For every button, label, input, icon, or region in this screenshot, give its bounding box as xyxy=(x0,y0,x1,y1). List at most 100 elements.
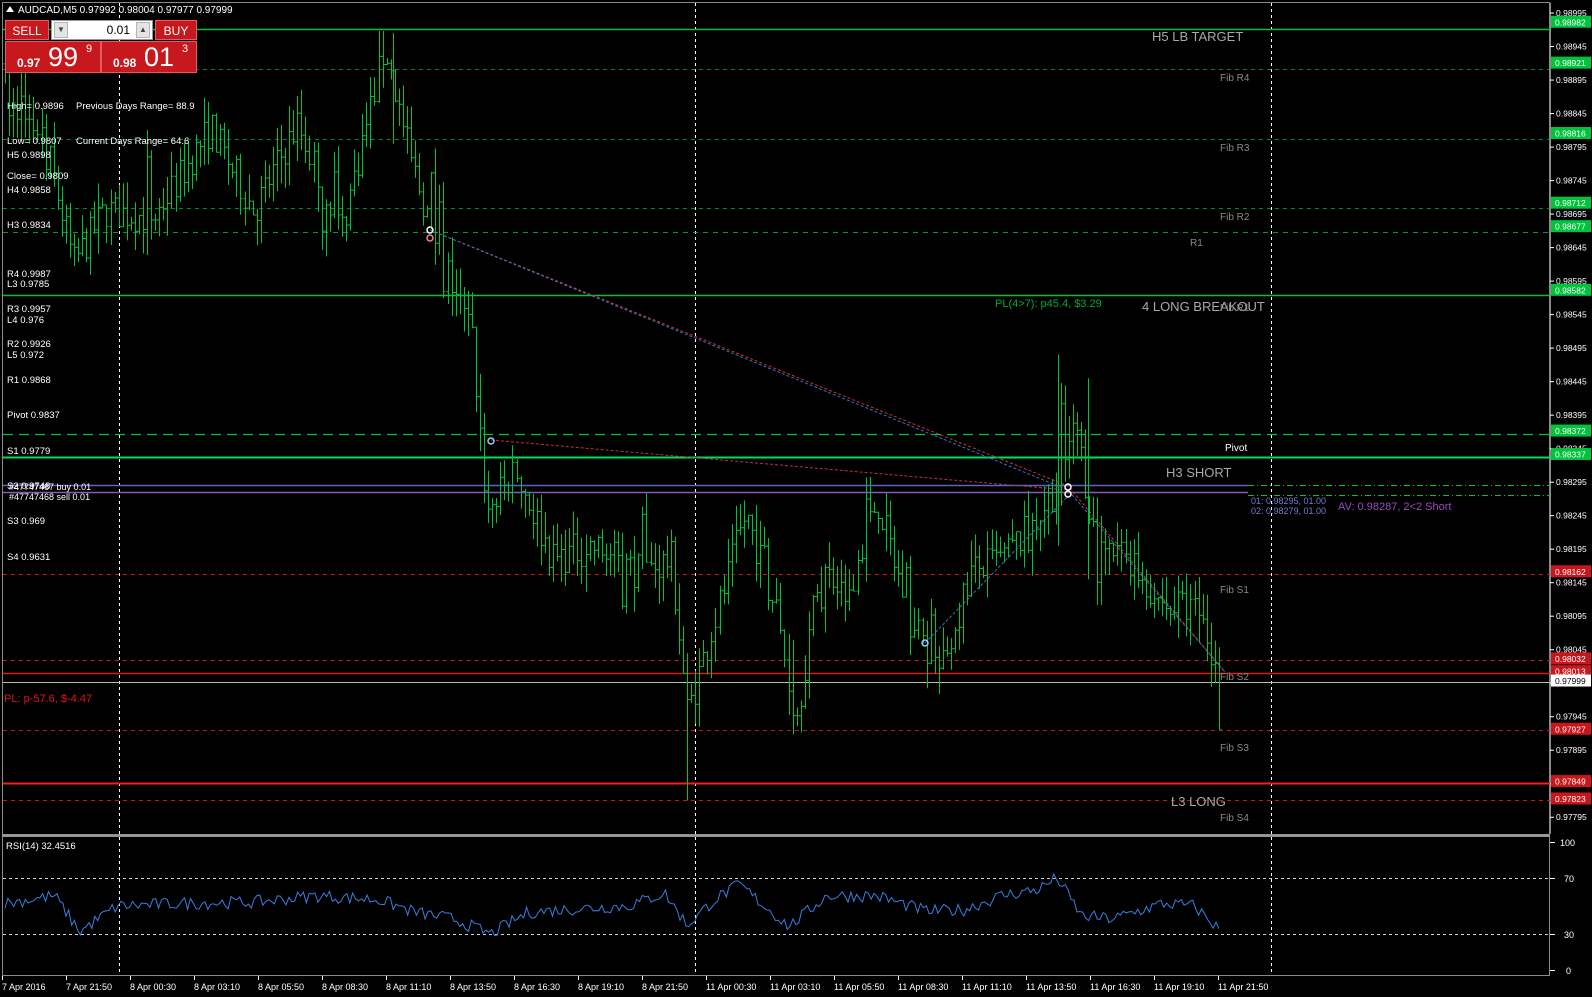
level-lines xyxy=(3,28,1550,801)
entry-marker xyxy=(426,234,434,242)
price-marker-label: 0.98921 xyxy=(1555,58,1586,68)
stat-curr-range: Current Days Range= 64.6 xyxy=(76,135,190,147)
price-tick-label: 0.97945 xyxy=(1556,712,1587,722)
pivot-level: S4 0.9631 xyxy=(7,551,51,563)
price-tick-label: 0.98845 xyxy=(1556,109,1587,119)
trendline-blue-lower xyxy=(924,495,1069,644)
price-tick-label: 0.98395 xyxy=(1556,410,1587,420)
time-tick-label: 8 Apr 16:30 xyxy=(514,982,560,992)
time-tick-label: 7 Apr 2016 xyxy=(2,982,46,992)
buy-price-pips: 01 xyxy=(144,42,175,72)
pivot-level: Pivot 0.9837 xyxy=(7,410,60,422)
price-tick-label: 0.98145 xyxy=(1556,578,1587,588)
price-tick-label: 0.98195 xyxy=(1556,544,1587,554)
price-tick-label: 0.98445 xyxy=(1556,377,1587,387)
sell-price-display[interactable]: 0.97 99 9 xyxy=(5,41,101,73)
time-tick-label: 11 Apr 19:10 xyxy=(1154,982,1204,992)
time-tick-label: 8 Apr 05:50 xyxy=(258,982,304,992)
trade-markers[interactable] xyxy=(426,226,1072,647)
price-marker-label: 0.97849 xyxy=(1555,777,1586,787)
svg-text:70: 70 xyxy=(1564,874,1574,884)
chart-canvas[interactable]: H5 LB TARGET Fib R4 Fib R3 Fib R2 R1 4 L… xyxy=(0,0,1592,997)
price-tick-label: 0.98245 xyxy=(1556,511,1587,521)
stat-high: High= 0.9896 xyxy=(7,100,64,112)
time-tick-label: 11 Apr 05:50 xyxy=(834,982,884,992)
price-tick-label: 0.98895 xyxy=(1556,75,1587,85)
trendline-red-upper xyxy=(429,229,1226,673)
price-marker-label: 0.97927 xyxy=(1555,724,1586,734)
time-tick-label: 11 Apr 08:30 xyxy=(898,982,948,992)
label-h3: H3 SHORT xyxy=(1166,465,1232,480)
price-marker-label: 0.98372 xyxy=(1555,426,1586,436)
price-tick-label: 0.97795 xyxy=(1556,812,1587,822)
pivot-level: S3 0.969 xyxy=(7,516,46,528)
price-tick-label: 0.98695 xyxy=(1556,209,1587,219)
time-tick-label: 11 Apr 03:10 xyxy=(770,982,820,992)
price-marker-label: 0.98816 xyxy=(1555,129,1586,139)
level-labels: H5 LB TARGET Fib R4 Fib R3 Fib R2 R1 4 L… xyxy=(1142,29,1265,824)
time-tick-label: 8 Apr 19:10 xyxy=(578,982,624,992)
price-tick-label: 0.98545 xyxy=(1556,310,1587,320)
trendline-blue-upper xyxy=(429,229,1226,673)
label-fib-r2: Fib R2 xyxy=(1220,212,1250,223)
lot-decrease-arrow-icon[interactable]: ▼ xyxy=(54,22,68,38)
price-tick-label: 0.98495 xyxy=(1556,343,1587,353)
stat-prev-range: Previous Days Range= 88.9 xyxy=(76,100,195,112)
camarilla-level: H3 0.9834 xyxy=(7,220,51,232)
pivot-level: R1 0.9868 xyxy=(7,374,51,386)
lot-size-stepper[interactable]: ▼ ▲ xyxy=(51,20,153,40)
rsi-axis: 100 70 30 0 xyxy=(1550,838,1575,976)
price-marker-label: 0.98337 xyxy=(1555,450,1586,460)
pivot-levels: R4 0.9987 R3 0.9957 R2 0.9926 R1 0.9868 … xyxy=(7,245,60,575)
pivot-level: R2 0.9926 xyxy=(7,339,51,351)
price-tick-label: 0.98645 xyxy=(1556,243,1587,253)
time-tick-label: 11 Apr 11:10 xyxy=(962,982,1012,992)
buy-price-fraction: 3 xyxy=(182,43,189,55)
price-marker-label: 0.98582 xyxy=(1555,285,1586,295)
basket-line-2-text: 02: 0.98279, 01.00 xyxy=(1251,506,1326,516)
label-h5: H5 LB TARGET xyxy=(1152,29,1243,44)
basket-line-1-text: 01: 0.98295, 01.00 xyxy=(1251,496,1326,506)
time-tick-label: 11 Apr 00:30 xyxy=(706,982,756,992)
collapse-triangle-icon[interactable] xyxy=(6,6,14,12)
pivot-level: S1 0.9779 xyxy=(7,445,51,457)
label-l3: L3 LONG xyxy=(1171,794,1226,809)
rsi-line xyxy=(4,872,1220,937)
lot-increase-arrow-icon[interactable]: ▲ xyxy=(136,22,150,38)
label-fib-s1: Fib S1 xyxy=(1220,585,1249,596)
buy-button[interactable]: BUY xyxy=(155,20,197,40)
time-axis[interactable]: 7 Apr 2016 7 Apr 21:50 8 Apr 00:30 8 Apr 03… xyxy=(2,976,1268,992)
main-window-border xyxy=(2,2,1550,835)
time-tick-label: 11 Apr 13:50 xyxy=(1026,982,1076,992)
price-tick-label: 0.98745 xyxy=(1556,176,1587,186)
svg-text:100: 100 xyxy=(1560,838,1575,848)
sell-price-fraction: 9 xyxy=(86,43,93,55)
price-tick-label: 0.98795 xyxy=(1556,142,1587,152)
time-tick-label: 11 Apr 16:30 xyxy=(1090,982,1140,992)
price-marker-label: 0.98032 xyxy=(1555,654,1586,664)
price-tick-label: 0.98295 xyxy=(1556,477,1587,487)
lot-size-input[interactable] xyxy=(70,21,134,39)
time-tick-label: 8 Apr 03:10 xyxy=(194,982,240,992)
price-tick-label: 0.97895 xyxy=(1556,745,1587,755)
entry-marker xyxy=(487,437,495,445)
label-pivot: Pivot xyxy=(1225,443,1247,454)
time-tick-label: 8 Apr 11:10 xyxy=(386,982,431,992)
time-tick-label: 7 Apr 21:50 xyxy=(66,982,112,992)
trendlines[interactable] xyxy=(429,229,1226,673)
time-tick-label: 8 Apr 13:50 xyxy=(450,982,496,992)
time-tick-label: 8 Apr 00:30 xyxy=(130,982,176,992)
svg-text:0: 0 xyxy=(1566,966,1571,976)
price-marker-label: 0.98712 xyxy=(1555,198,1586,208)
time-tick-label: 8 Apr 21:50 xyxy=(642,982,688,992)
label-fib-s2: Fib S2 xyxy=(1220,672,1249,683)
price-marker-label: 0.98677 xyxy=(1555,222,1586,232)
buy-price-display[interactable]: 0.98 01 3 xyxy=(101,41,197,73)
one-click-trading-panel: SELL ▼ ▲ BUY 0.97 99 9 0.98 01 3 xyxy=(5,20,197,73)
pivot-level: S2 0.9748 xyxy=(7,480,51,492)
sell-button[interactable]: SELL xyxy=(5,20,49,40)
price-marker-label: 0.97823 xyxy=(1555,794,1586,804)
price-marker-label: 0.97999 xyxy=(1555,676,1586,686)
price-marker-label: 0.98982 xyxy=(1555,17,1586,27)
svg-text:30: 30 xyxy=(1564,930,1574,940)
